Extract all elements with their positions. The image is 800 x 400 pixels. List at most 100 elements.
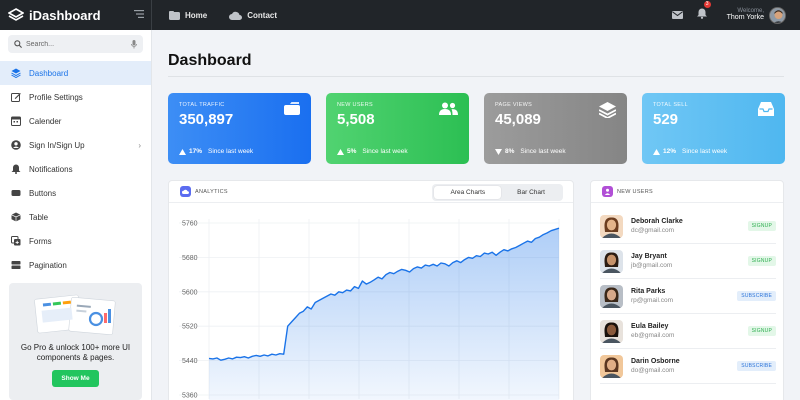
sidebar-item-sign-in[interactable]: Sign In/Sign Up › xyxy=(0,133,151,157)
user-name: Rita Parks xyxy=(631,288,666,295)
stat-card-new-users[interactable]: NEW USERS 5,508 5% Since last week xyxy=(326,93,469,164)
layers-icon xyxy=(11,68,21,78)
forms-icon xyxy=(11,236,21,246)
list-item[interactable]: Deborah Clarke dc@gmail.com SIGNUP xyxy=(600,209,776,244)
sidebar-item-forms[interactable]: Forms xyxy=(0,229,151,253)
new-users-panel: NEW USERS Deborah Clarke dc@gmail.com SIGN… xyxy=(590,180,784,400)
stat-card-total-sell[interactable]: TOTAL SELL 529 12% Since last week xyxy=(642,93,785,164)
menu-toggle-icon[interactable] xyxy=(133,9,144,21)
sidebar-item-label: Table xyxy=(29,212,49,222)
list-item[interactable]: Darin Osborne do@gmail.com SUBSCRIBE xyxy=(600,349,776,384)
sidebar-item-buttons[interactable]: Buttons xyxy=(0,181,151,205)
welcome-text: Welcome, xyxy=(737,7,764,14)
user-email: dc@gmail.com xyxy=(631,227,675,234)
stat-label: TOTAL TRAFFIC xyxy=(179,102,225,108)
status-badge: SIGNUP xyxy=(747,221,776,231)
stat-change-value: 12% xyxy=(663,148,677,155)
search-box[interactable] xyxy=(8,35,143,53)
user-name: Eula Bailey xyxy=(631,323,669,330)
y-tick-label: 5600 xyxy=(182,289,198,296)
user-info: Jay Bryant jb@gmail.com xyxy=(631,253,672,269)
user-name: Darin Osborne xyxy=(631,358,680,365)
user-info: Deborah Clarke dc@gmail.com xyxy=(631,218,683,234)
user-email: do@gmail.com xyxy=(631,367,675,374)
user-square-icon xyxy=(602,186,613,197)
stat-label: TOTAL SELL xyxy=(653,102,688,108)
sidebar-item-profile-settings[interactable]: Profile Settings xyxy=(0,85,151,109)
sidebar-item-calender[interactable]: Calender xyxy=(0,109,151,133)
bell-icon xyxy=(696,8,707,19)
search-icon xyxy=(14,40,22,48)
sidebar-item-notifications[interactable]: Notifications xyxy=(0,157,151,181)
tab-area-charts[interactable]: Area Charts xyxy=(434,186,502,199)
y-tick-label: 5440 xyxy=(182,358,198,365)
stat-card-total-traffic[interactable]: TOTAL TRAFFIC 350,897 17% Since last wee… xyxy=(168,93,311,164)
y-tick-label: 5680 xyxy=(182,255,198,262)
user-email: eb@gmail.com xyxy=(631,332,675,339)
list-item[interactable]: Jay Bryant jb@gmail.com SIGNUP xyxy=(600,244,776,279)
area-fill xyxy=(209,228,559,400)
microphone-icon[interactable] xyxy=(131,39,137,49)
sidebar-item-label: Dashboard xyxy=(29,68,69,78)
show-me-button[interactable]: Show Me xyxy=(52,370,99,387)
user-email: jb@gmail.com xyxy=(631,262,673,269)
search-input[interactable] xyxy=(26,40,131,48)
folder-icon xyxy=(284,102,300,120)
user-name: Deborah Clarke xyxy=(631,218,683,225)
sidebar-item-dashboard[interactable]: Dashboard xyxy=(0,61,151,85)
stat-since: Since last week xyxy=(682,148,728,155)
cloud-icon xyxy=(229,11,243,20)
stat-since: Since last week xyxy=(362,148,408,155)
stat-since: Since last week xyxy=(208,148,254,155)
sidebar: Dashboard Profile Settings Calender Sign… xyxy=(0,30,152,400)
sidebar-item-label: Pagination xyxy=(29,260,67,270)
stat-value: 45,089 xyxy=(495,111,541,128)
y-tick-label: 5360 xyxy=(182,393,198,400)
nav-contact[interactable]: Contact xyxy=(229,11,277,20)
mail-icon[interactable] xyxy=(671,6,683,24)
analytics-panel: ANALYTICS Area Charts Bar Chart 5760 5680… xyxy=(168,180,574,400)
stat-change: 5% Since last week xyxy=(337,148,408,155)
avatar xyxy=(600,214,623,238)
upgrade-promo: Go Pro & unlock 100+ more UI components … xyxy=(9,283,142,400)
avatar[interactable] xyxy=(769,6,786,24)
sidebar-item-pagination[interactable]: Pagination xyxy=(0,253,151,277)
stat-label: PAGE VIEWS xyxy=(495,102,533,108)
user-name: Jay Bryant xyxy=(631,253,667,260)
status-badge: SIGNUP xyxy=(747,326,776,336)
edit-icon xyxy=(11,92,21,102)
user-email: rp@gmail.com xyxy=(631,297,673,304)
home-icon xyxy=(169,10,180,20)
top-bar: iDashboard Home Contact 3 Welcome, Thom … xyxy=(0,0,800,30)
stat-value: 350,897 xyxy=(179,111,234,128)
stat-change-value: 5% xyxy=(347,148,357,155)
y-tick-label: 5520 xyxy=(182,324,198,331)
user-info: Rita Parks rp@gmail.com xyxy=(631,288,673,304)
list-item[interactable]: Rita Parks rp@gmail.com SUBSCRIBE xyxy=(600,279,776,314)
new-users-header: NEW USERS xyxy=(591,181,783,203)
sidebar-menu: Dashboard Profile Settings Calender Sign… xyxy=(0,61,151,277)
new-users-title: NEW USERS xyxy=(617,188,654,195)
avatar xyxy=(600,249,623,273)
tab-bar-chart[interactable]: Bar Chart xyxy=(501,186,561,199)
stat-since: Since last week xyxy=(520,148,566,155)
nav-home-label: Home xyxy=(185,10,208,20)
user-info: Eula Bailey eb@gmail.com xyxy=(631,323,674,339)
page-title: Dashboard xyxy=(168,52,252,69)
buttons-icon xyxy=(11,188,21,198)
users-icon xyxy=(439,102,458,120)
list-item[interactable]: Eula Bailey eb@gmail.com SIGNUP xyxy=(600,314,776,349)
nav-contact-label: Contact xyxy=(247,10,278,20)
notification-bell[interactable]: 3 xyxy=(696,1,711,24)
analytics-title: ANALYTICS xyxy=(195,188,228,195)
brand[interactable]: iDashboard xyxy=(0,0,152,30)
user-name: Thom Yorke xyxy=(726,14,764,22)
stat-value: 529 xyxy=(653,111,679,128)
nav-home[interactable]: Home xyxy=(169,10,208,20)
sidebar-item-label: Sign In/Sign Up xyxy=(29,140,85,150)
sidebar-item-table[interactable]: Table xyxy=(0,205,151,229)
promo-text: Go Pro & unlock 100+ more UI components … xyxy=(20,343,131,362)
arrow-up-icon xyxy=(179,148,186,155)
cube-icon xyxy=(11,212,21,222)
stat-card-page-views[interactable]: PAGE VIEWS 45,089 8% Since last week xyxy=(484,93,627,164)
